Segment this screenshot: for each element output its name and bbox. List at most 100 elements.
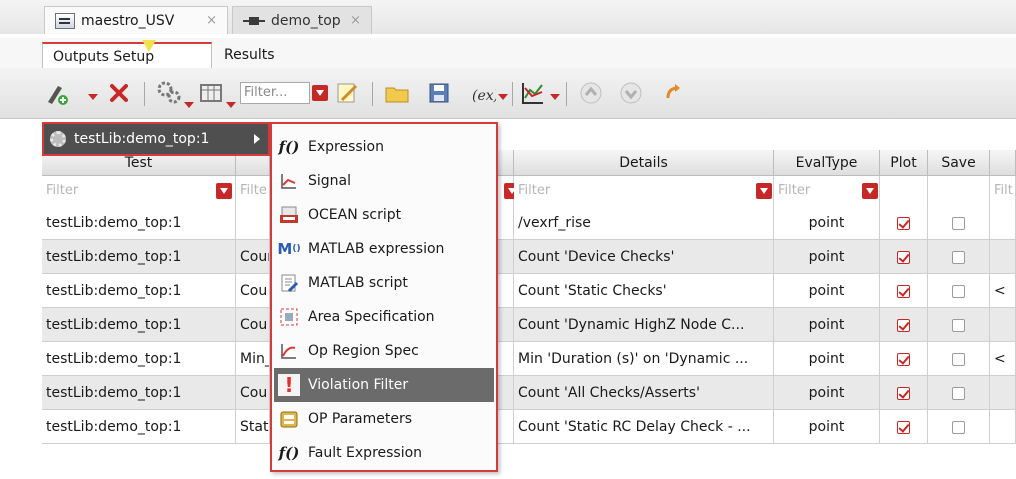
plot-checkbox[interactable] bbox=[897, 217, 910, 230]
cell-evaltype[interactable]: point bbox=[774, 410, 880, 444]
menu-item-matlab-script[interactable]: MATLAB script bbox=[274, 266, 494, 300]
menu-item-violation-filter[interactable]: ! Violation Filter bbox=[274, 368, 494, 402]
column-header-details[interactable]: Details bbox=[514, 150, 774, 176]
plot-checkbox[interactable] bbox=[897, 353, 910, 366]
cell-test[interactable]: testLib:demo_top:1 bbox=[42, 206, 236, 240]
cell-test[interactable]: testLib:demo_top:1 bbox=[42, 274, 236, 308]
details-filter-dropdown[interactable] bbox=[756, 183, 772, 199]
table-row[interactable]: testLib:demo_top:1Count Count 'Device Che… bbox=[42, 240, 1016, 274]
evaltype-filter-dropdown[interactable] bbox=[862, 183, 878, 199]
submenu-trigger-testlib[interactable]: testLib:demo_top:1 bbox=[42, 122, 270, 156]
plot-checkbox[interactable] bbox=[897, 421, 910, 434]
close-icon[interactable]: × bbox=[350, 13, 361, 28]
cell-test[interactable]: testLib:demo_top:1 bbox=[42, 376, 236, 410]
filter-dropdown-button[interactable] bbox=[312, 85, 328, 101]
cell-evaltype[interactable]: point bbox=[774, 308, 880, 342]
plot-checkbox[interactable] bbox=[897, 251, 910, 264]
table-row[interactable]: testLib:demo_top:1 Stati Count 'Static RC … bbox=[42, 410, 1016, 444]
menu-item-expression[interactable]: f() Expression bbox=[274, 130, 494, 164]
table-row[interactable]: testLib:demo_top:1 Min_ Min 'Duration (s)'… bbox=[42, 342, 1016, 376]
cell-extra[interactable] bbox=[990, 206, 1016, 240]
cell-name[interactable] bbox=[236, 206, 270, 240]
cell-extra[interactable] bbox=[990, 376, 1016, 410]
menu-item-fault-expression[interactable]: f() Fault Expression bbox=[274, 436, 494, 470]
table-row[interactable]: testLib:demo_top:1 Cou Count 'Dynamic High… bbox=[42, 308, 1016, 342]
table-row[interactable]: testLib:demo_top:1/vexrf_rise point bbox=[42, 206, 1016, 240]
plot-checkbox[interactable] bbox=[897, 285, 910, 298]
cell-test[interactable]: testLib:demo_top:1 bbox=[42, 410, 236, 444]
open-folder-icon[interactable] bbox=[384, 80, 410, 106]
save-checkbox[interactable] bbox=[952, 251, 965, 264]
details-filter-input[interactable]: Filter bbox=[514, 176, 774, 206]
table-row[interactable]: testLib:demo_top:1 Cou Count 'Static Check… bbox=[42, 274, 1016, 308]
cell-details[interactable]: Count 'All Checks/Asserts' bbox=[514, 376, 774, 410]
cell-details[interactable]: Count 'Static RC Delay Check - ... bbox=[514, 410, 774, 444]
save-icon[interactable] bbox=[426, 80, 452, 106]
tab-maestro-usv[interactable]: maestro_USV × bbox=[44, 6, 228, 34]
menu-item-ocean-script[interactable]: OCEAN script bbox=[274, 198, 494, 232]
cell-test[interactable]: testLib:demo_top:1 bbox=[42, 342, 236, 376]
cell-extra[interactable] bbox=[990, 240, 1016, 274]
settings-gears-icon[interactable] bbox=[156, 80, 182, 106]
name-filter-input[interactable]: Filte bbox=[236, 176, 270, 206]
plot-checkbox[interactable] bbox=[897, 387, 910, 400]
chevron-down-icon[interactable] bbox=[184, 102, 194, 108]
chevron-down-icon[interactable] bbox=[226, 102, 236, 108]
cell-extra[interactable] bbox=[990, 308, 1016, 342]
cell-details[interactable]: Min 'Duration (s)' on 'Dynamic ... bbox=[514, 342, 774, 376]
save-checkbox[interactable] bbox=[952, 387, 965, 400]
cell-name[interactable]: Cou bbox=[236, 308, 270, 342]
cell-name[interactable]: Count bbox=[236, 240, 270, 274]
tab-results[interactable]: Results bbox=[214, 42, 324, 68]
cell-details[interactable]: Count 'Static Checks' bbox=[514, 274, 774, 308]
menu-item-signal[interactable]: Signal bbox=[274, 164, 494, 198]
toolbar-filter-input[interactable]: Filter... bbox=[240, 82, 310, 104]
move-down-icon[interactable] bbox=[618, 80, 644, 106]
cell-name[interactable]: Cou bbox=[236, 274, 270, 308]
test-filter-input[interactable]: Filter bbox=[42, 176, 236, 206]
cell-evaltype[interactable]: point bbox=[774, 376, 880, 410]
cell-extra[interactable]: < bbox=[990, 274, 1016, 308]
chevron-down-icon[interactable] bbox=[550, 94, 560, 100]
cell-test[interactable]: testLib:demo_top:1 bbox=[42, 240, 236, 274]
chevron-down-icon[interactable] bbox=[88, 94, 98, 100]
add-output-icon[interactable] bbox=[44, 80, 70, 106]
menu-item-area-specification[interactable]: Area Specification bbox=[274, 300, 494, 334]
delete-icon[interactable] bbox=[106, 80, 132, 106]
menu-item-op-region-spec[interactable]: Op Region Spec bbox=[274, 334, 494, 368]
table-row[interactable]: testLib:demo_top:1 Cou Count 'All Checks/A… bbox=[42, 376, 1016, 410]
plot-icon[interactable] bbox=[520, 80, 546, 106]
cell-name[interactable]: Stati bbox=[236, 410, 270, 444]
cell-details[interactable]: Count 'Device Checks' bbox=[514, 240, 774, 274]
cell-name[interactable]: Cou bbox=[236, 376, 270, 410]
plot-checkbox[interactable] bbox=[897, 319, 910, 332]
undo-icon[interactable] bbox=[660, 80, 686, 106]
cell-extra[interactable] bbox=[990, 410, 1016, 444]
menu-item-matlab-expression[interactable]: M() MATLAB expression bbox=[274, 232, 494, 266]
save-checkbox[interactable] bbox=[952, 319, 965, 332]
edit-icon[interactable] bbox=[334, 80, 360, 106]
column-header-plot[interactable]: Plot bbox=[880, 150, 928, 176]
save-checkbox[interactable] bbox=[952, 353, 965, 366]
save-checkbox[interactable] bbox=[952, 217, 965, 230]
cell-details[interactable]: Count 'Dynamic HighZ Node C... bbox=[514, 308, 774, 342]
menu-item-op-parameters[interactable]: OP Parameters bbox=[274, 402, 494, 436]
column-header-extra[interactable] bbox=[990, 150, 1016, 176]
move-up-icon[interactable] bbox=[578, 80, 604, 106]
column-header-save[interactable]: Save bbox=[928, 150, 990, 176]
cell-evaltype[interactable]: point bbox=[774, 342, 880, 376]
save-checkbox[interactable] bbox=[952, 285, 965, 298]
close-icon[interactable]: × bbox=[206, 13, 217, 28]
cell-extra[interactable]: < bbox=[990, 342, 1016, 376]
expression-icon[interactable]: (ex) bbox=[470, 80, 496, 106]
cell-test[interactable]: testLib:demo_top:1 bbox=[42, 308, 236, 342]
save-checkbox[interactable] bbox=[952, 421, 965, 434]
column-header-evaltype[interactable]: EvalType bbox=[774, 150, 880, 176]
cell-evaltype[interactable]: point bbox=[774, 206, 880, 240]
cell-evaltype[interactable]: point bbox=[774, 240, 880, 274]
cell-details[interactable]: /vexrf_rise bbox=[514, 206, 774, 240]
cell-evaltype[interactable]: point bbox=[774, 274, 880, 308]
cell-name[interactable]: Min_ bbox=[236, 342, 270, 376]
chevron-down-icon[interactable] bbox=[498, 94, 508, 100]
tab-outputs-setup[interactable]: Outputs Setup bbox=[42, 42, 212, 70]
